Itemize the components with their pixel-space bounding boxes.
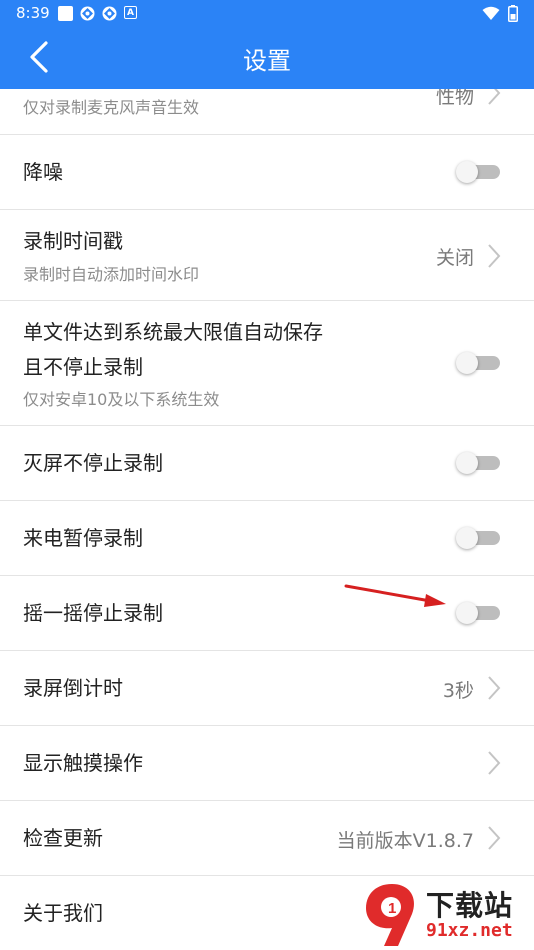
setting-value: 关闭 (435, 247, 474, 269)
setting-title: 检查更新 (23, 826, 103, 850)
setting-row-call-pause[interactable]: 来电暂停录制 (0, 501, 534, 576)
diamond-icon (80, 6, 95, 21)
setting-subtitle: 仅对录制麦克风声音生效 (23, 98, 200, 117)
setting-title: 降噪 (23, 160, 63, 184)
svg-text:1: 1 (388, 900, 396, 917)
setting-subtitle: 录制时自动添加时间水印 (23, 265, 200, 284)
setting-row-auto-save[interactable]: 单文件达到系统最大限值自动保存 且不停止录制 仅对安卓10及以下系统生效 (0, 301, 534, 426)
setting-title: 关于我们 (23, 901, 103, 925)
setting-row-screen-off[interactable]: 灭屏不停止录制 (0, 426, 534, 501)
watermark-logo-icon: 1 (366, 884, 414, 946)
setting-title: 灭屏不停止录制 (23, 451, 163, 475)
auto-save-toggle[interactable] (456, 352, 500, 374)
chevron-right-icon (488, 826, 501, 850)
system-icons (482, 5, 518, 22)
square-icon (58, 6, 73, 21)
setting-row-check-update[interactable]: 检查更新 当前版本V1.8.7 (0, 801, 534, 876)
setting-value: 当前版本V1.8.7 (336, 830, 474, 852)
setting-row-noise-reduction[interactable]: 降噪 (0, 135, 534, 210)
setting-title: 单文件达到系统最大限值自动保存 (23, 320, 323, 344)
setting-title-line2: 且不停止录制 (23, 355, 143, 379)
chevron-right-icon (488, 676, 501, 700)
noise-reduction-toggle[interactable] (456, 161, 500, 183)
notification-icons: A (58, 6, 137, 21)
battery-icon (508, 5, 518, 22)
diamond-icon (102, 6, 117, 21)
status-time: 8:39 (16, 4, 50, 22)
setting-row-shake-stop[interactable]: 摇一摇停止录制 (0, 576, 534, 651)
watermark-text: 下载站 (426, 889, 514, 922)
setting-title: 录屏倒计时 (23, 676, 123, 700)
setting-row-countdown[interactable]: 录屏倒计时 3秒 (0, 651, 534, 726)
a-icon: A (124, 6, 137, 19)
annotation-arrow (344, 584, 446, 607)
setting-row-show-touches[interactable]: 显示触摸操作 (0, 726, 534, 801)
wifi-icon (482, 6, 500, 20)
setting-row-timestamp[interactable]: 录制时间戳 录制时自动添加时间水印 关闭 (0, 210, 534, 301)
page-title: 设置 (243, 47, 291, 75)
site-watermark: 1 下载站 91xz.net (362, 880, 534, 950)
setting-subtitle: 仅对安卓10及以下系统生效 (23, 390, 220, 409)
shake-stop-toggle[interactable] (456, 602, 500, 624)
setting-title: 摇一摇停止录制 (23, 601, 163, 625)
setting-title: 显示触摸操作 (23, 751, 143, 775)
setting-title: 录制时间戳 (23, 229, 123, 253)
chevron-right-icon (488, 244, 501, 268)
chevron-right-icon (488, 751, 501, 775)
watermark-url: 91xz.net (426, 920, 513, 941)
screen-off-toggle[interactable] (456, 452, 500, 474)
setting-title: 来电暂停录制 (23, 526, 143, 550)
status-bar: 8:39 A (0, 0, 534, 28)
setting-value: 3秒 (442, 680, 474, 702)
app-header: 8:39 A 设置 (0, 0, 534, 89)
call-pause-toggle[interactable] (456, 527, 500, 549)
